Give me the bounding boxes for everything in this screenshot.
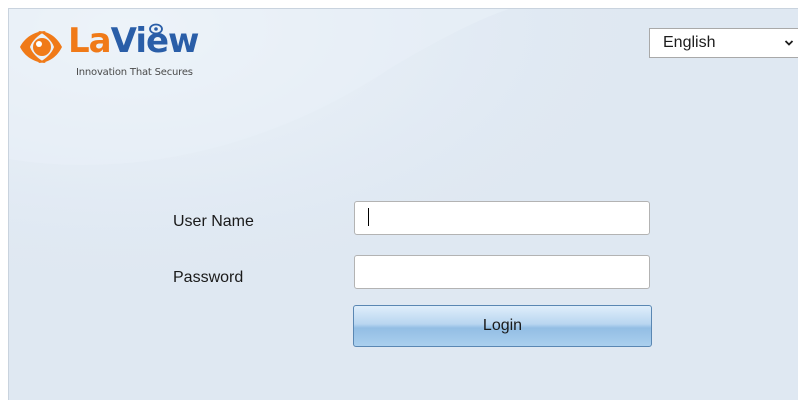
text-caret — [368, 208, 369, 226]
login-button-label: Login — [482, 317, 523, 334]
eye-logo-icon — [20, 31, 62, 63]
language-select[interactable]: English — [649, 28, 798, 58]
login-button[interactable]: Login — [353, 305, 652, 347]
logo-tagline: Innovation That Secures — [76, 67, 193, 78]
username-input[interactable] — [354, 201, 650, 235]
laview-logo: LaView Innovation That Secures — [16, 21, 226, 83]
logo-eye-accent-icon — [149, 23, 163, 35]
username-label: User Name — [173, 213, 254, 230]
login-page: LaView Innovation That Secures English U… — [0, 0, 798, 400]
password-input[interactable] — [354, 255, 650, 289]
language-select-value: English — [663, 34, 716, 51]
password-label: Password — [173, 269, 244, 286]
chevron-down-icon — [784, 40, 794, 46]
logo-wordmark-la: La — [68, 21, 112, 61]
login-panel: LaView Innovation That Secures English U… — [8, 8, 798, 400]
logo-wordmark: LaView — [68, 21, 199, 61]
